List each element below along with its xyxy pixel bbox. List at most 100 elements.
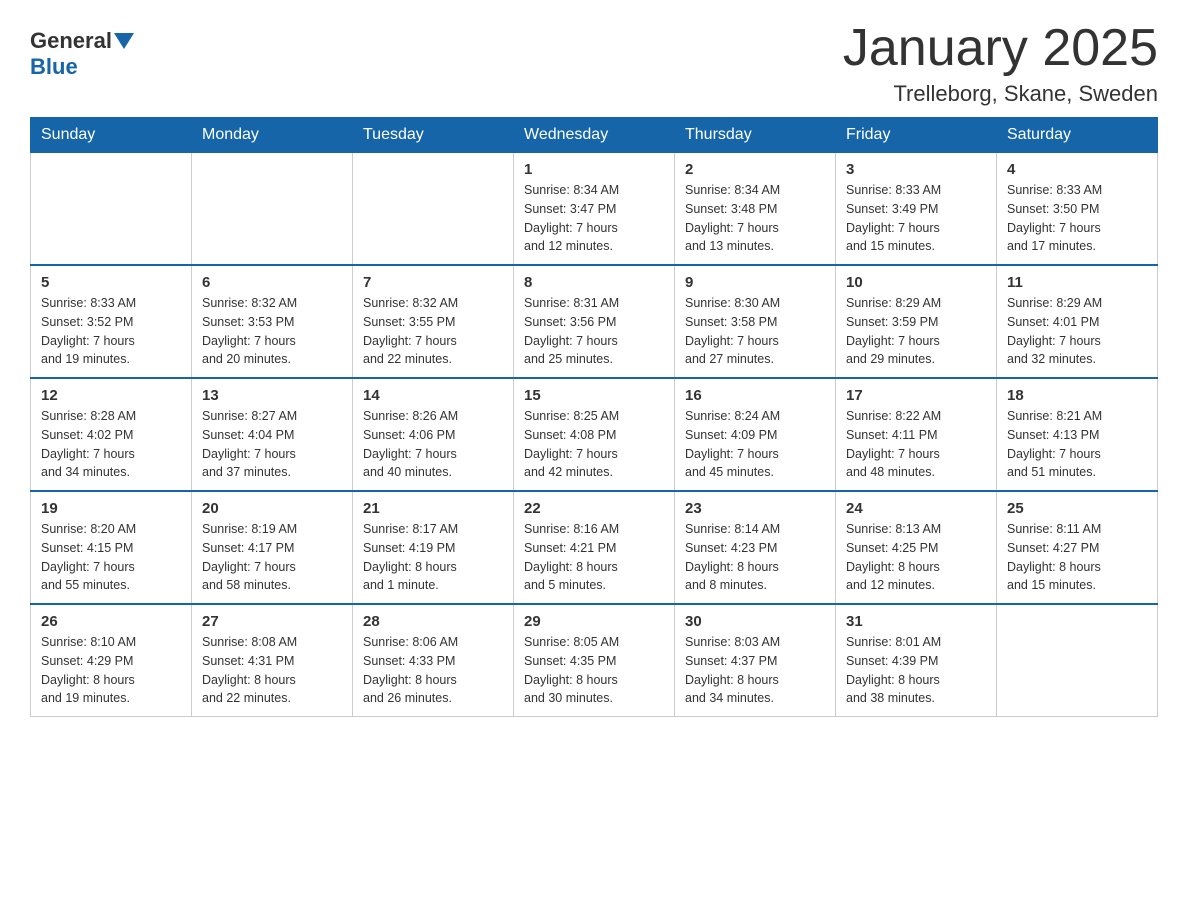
day-number: 11: [1007, 274, 1147, 291]
calendar-cell: 11 Sunrise: 8:29 AMSunset: 4:01 PMDayligh…: [997, 265, 1158, 378]
calendar-cell: 20Sunrise: 8:19 AMSunset: 4:17 PMDayligh…: [192, 491, 353, 604]
calendar-cell: [353, 153, 514, 266]
day-info: Sunrise: 8:03 AMSunset: 4:37 PMDaylight:…: [685, 633, 825, 708]
calendar-cell: 1 Sunrise: 8:34 AMSunset: 3:47 PMDaylight…: [514, 153, 675, 266]
calendar-header-friday: Friday: [836, 118, 997, 153]
calendar-cell: 18 Sunrise: 8:21 AMSunset: 4:13 PMDayligh…: [997, 378, 1158, 491]
day-number: 6: [202, 274, 342, 291]
day-number: 12: [41, 387, 181, 404]
day-info: Sunrise: 8:33 AMSunset: 3:49 PMDaylight:…: [846, 181, 986, 256]
day-info: Sunrise: 8:31 AMSunset: 3:56 PMDaylight:…: [524, 294, 664, 369]
calendar-cell: 5Sunrise: 8:33 AMSunset: 3:52 PMDaylight…: [31, 265, 192, 378]
calendar-cell: 8Sunrise: 8:31 AMSunset: 3:56 PMDaylight…: [514, 265, 675, 378]
day-info: Sunrise: 8:06 AMSunset: 4:33 PMDaylight:…: [363, 633, 503, 708]
calendar-cell: 30Sunrise: 8:03 AMSunset: 4:37 PMDayligh…: [675, 604, 836, 717]
calendar-cell: 25Sunrise: 8:11 AMSunset: 4:27 PMDayligh…: [997, 491, 1158, 604]
day-number: 14: [363, 387, 503, 404]
calendar-cell: 6 Sunrise: 8:32 AMSunset: 3:53 PMDaylight…: [192, 265, 353, 378]
calendar-cell: 2 Sunrise: 8:34 AMSunset: 3:48 PMDaylight…: [675, 153, 836, 266]
day-number: 24: [846, 500, 986, 517]
calendar-week-row: 12 Sunrise: 8:28 AMSunset: 4:02 PMDayligh…: [31, 378, 1158, 491]
day-number: 23: [685, 500, 825, 517]
calendar-week-row: 5Sunrise: 8:33 AMSunset: 3:52 PMDaylight…: [31, 265, 1158, 378]
calendar-cell: 3Sunrise: 8:33 AMSunset: 3:49 PMDaylight…: [836, 153, 997, 266]
location: Trelleborg, Skane, Sweden: [843, 81, 1158, 107]
calendar-header-row: SundayMondayTuesdayWednesdayThursdayFrid…: [31, 118, 1158, 153]
day-number: 4: [1007, 161, 1147, 178]
calendar-cell: 7Sunrise: 8:32 AMSunset: 3:55 PMDaylight…: [353, 265, 514, 378]
calendar-cell: 17 Sunrise: 8:22 AMSunset: 4:11 PMDayligh…: [836, 378, 997, 491]
calendar-header-thursday: Thursday: [675, 118, 836, 153]
calendar-cell: 23 Sunrise: 8:14 AMSunset: 4:23 PMDayligh…: [675, 491, 836, 604]
calendar-week-row: 1 Sunrise: 8:34 AMSunset: 3:47 PMDaylight…: [31, 153, 1158, 266]
logo-blue-text: Blue: [30, 54, 78, 80]
day-number: 17: [846, 387, 986, 404]
calendar-cell: 13Sunrise: 8:27 AMSunset: 4:04 PMDayligh…: [192, 378, 353, 491]
day-number: 13: [202, 387, 342, 404]
calendar-cell: 31 Sunrise: 8:01 AMSunset: 4:39 PMDayligh…: [836, 604, 997, 717]
day-info: Sunrise: 8:10 AMSunset: 4:29 PMDaylight:…: [41, 633, 181, 708]
day-number: 9: [685, 274, 825, 291]
calendar-cell: [192, 153, 353, 266]
day-info: Sunrise: 8:24 AMSunset: 4:09 PMDaylight:…: [685, 407, 825, 482]
calendar-cell: [31, 153, 192, 266]
day-info: Sunrise: 8:05 AMSunset: 4:35 PMDaylight:…: [524, 633, 664, 708]
calendar-cell: 19Sunrise: 8:20 AMSunset: 4:15 PMDayligh…: [31, 491, 192, 604]
calendar-cell: 29Sunrise: 8:05 AMSunset: 4:35 PMDayligh…: [514, 604, 675, 717]
calendar-cell: 24 Sunrise: 8:13 AMSunset: 4:25 PMDayligh…: [836, 491, 997, 604]
day-info: Sunrise: 8:34 AMSunset: 3:48 PMDaylight:…: [685, 181, 825, 256]
day-number: 22: [524, 500, 664, 517]
calendar-cell: 15Sunrise: 8:25 AMSunset: 4:08 PMDayligh…: [514, 378, 675, 491]
day-number: 19: [41, 500, 181, 517]
calendar-cell: 22 Sunrise: 8:16 AMSunset: 4:21 PMDayligh…: [514, 491, 675, 604]
day-info: Sunrise: 8:29 AMSunset: 4:01 PMDaylight:…: [1007, 294, 1147, 369]
day-info: Sunrise: 8:30 AMSunset: 3:58 PMDaylight:…: [685, 294, 825, 369]
calendar-cell: 4 Sunrise: 8:33 AMSunset: 3:50 PMDaylight…: [997, 153, 1158, 266]
day-number: 1: [524, 161, 664, 178]
calendar-header-sunday: Sunday: [31, 118, 192, 153]
calendar-week-row: 19Sunrise: 8:20 AMSunset: 4:15 PMDayligh…: [31, 491, 1158, 604]
calendar-cell: [997, 604, 1158, 717]
day-number: 21: [363, 500, 503, 517]
day-info: Sunrise: 8:13 AMSunset: 4:25 PMDaylight:…: [846, 520, 986, 595]
logo-triangle-icon: [114, 33, 134, 49]
day-info: Sunrise: 8:16 AMSunset: 4:21 PMDaylight:…: [524, 520, 664, 595]
day-number: 27: [202, 613, 342, 630]
calendar-cell: 27 Sunrise: 8:08 AMSunset: 4:31 PMDayligh…: [192, 604, 353, 717]
day-number: 7: [363, 274, 503, 291]
title-section: January 2025 Trelleborg, Skane, Sweden: [843, 20, 1158, 107]
day-info: Sunrise: 8:26 AMSunset: 4:06 PMDaylight:…: [363, 407, 503, 482]
day-info: Sunrise: 8:29 AMSunset: 3:59 PMDaylight:…: [846, 294, 986, 369]
day-info: Sunrise: 8:33 AMSunset: 3:50 PMDaylight:…: [1007, 181, 1147, 256]
calendar-cell: 12 Sunrise: 8:28 AMSunset: 4:02 PMDayligh…: [31, 378, 192, 491]
day-number: 28: [363, 613, 503, 630]
day-info: Sunrise: 8:22 AMSunset: 4:11 PMDaylight:…: [846, 407, 986, 482]
day-info: Sunrise: 8:34 AMSunset: 3:47 PMDaylight:…: [524, 181, 664, 256]
day-info: Sunrise: 8:17 AMSunset: 4:19 PMDaylight:…: [363, 520, 503, 595]
calendar-cell: 16 Sunrise: 8:24 AMSunset: 4:09 PMDayligh…: [675, 378, 836, 491]
logo-general-text: General: [30, 28, 112, 54]
calendar-cell: 21 Sunrise: 8:17 AMSunset: 4:19 PMDayligh…: [353, 491, 514, 604]
day-number: 10: [846, 274, 986, 291]
calendar-header-tuesday: Tuesday: [353, 118, 514, 153]
day-number: 2: [685, 161, 825, 178]
day-number: 18: [1007, 387, 1147, 404]
day-info: Sunrise: 8:32 AMSunset: 3:53 PMDaylight:…: [202, 294, 342, 369]
day-info: Sunrise: 8:01 AMSunset: 4:39 PMDaylight:…: [846, 633, 986, 708]
day-info: Sunrise: 8:08 AMSunset: 4:31 PMDaylight:…: [202, 633, 342, 708]
day-info: Sunrise: 8:28 AMSunset: 4:02 PMDaylight:…: [41, 407, 181, 482]
day-number: 31: [846, 613, 986, 630]
calendar-header-wednesday: Wednesday: [514, 118, 675, 153]
day-info: Sunrise: 8:33 AMSunset: 3:52 PMDaylight:…: [41, 294, 181, 369]
day-info: Sunrise: 8:21 AMSunset: 4:13 PMDaylight:…: [1007, 407, 1147, 482]
calendar-cell: 9 Sunrise: 8:30 AMSunset: 3:58 PMDaylight…: [675, 265, 836, 378]
calendar-header-saturday: Saturday: [997, 118, 1158, 153]
day-number: 16: [685, 387, 825, 404]
day-info: Sunrise: 8:11 AMSunset: 4:27 PMDaylight:…: [1007, 520, 1147, 595]
calendar-cell: 14 Sunrise: 8:26 AMSunset: 4:06 PMDayligh…: [353, 378, 514, 491]
calendar: SundayMondayTuesdayWednesdayThursdayFrid…: [30, 117, 1158, 717]
calendar-header-monday: Monday: [192, 118, 353, 153]
day-number: 15: [524, 387, 664, 404]
calendar-cell: 28 Sunrise: 8:06 AMSunset: 4:33 PMDayligh…: [353, 604, 514, 717]
day-info: Sunrise: 8:14 AMSunset: 4:23 PMDaylight:…: [685, 520, 825, 595]
